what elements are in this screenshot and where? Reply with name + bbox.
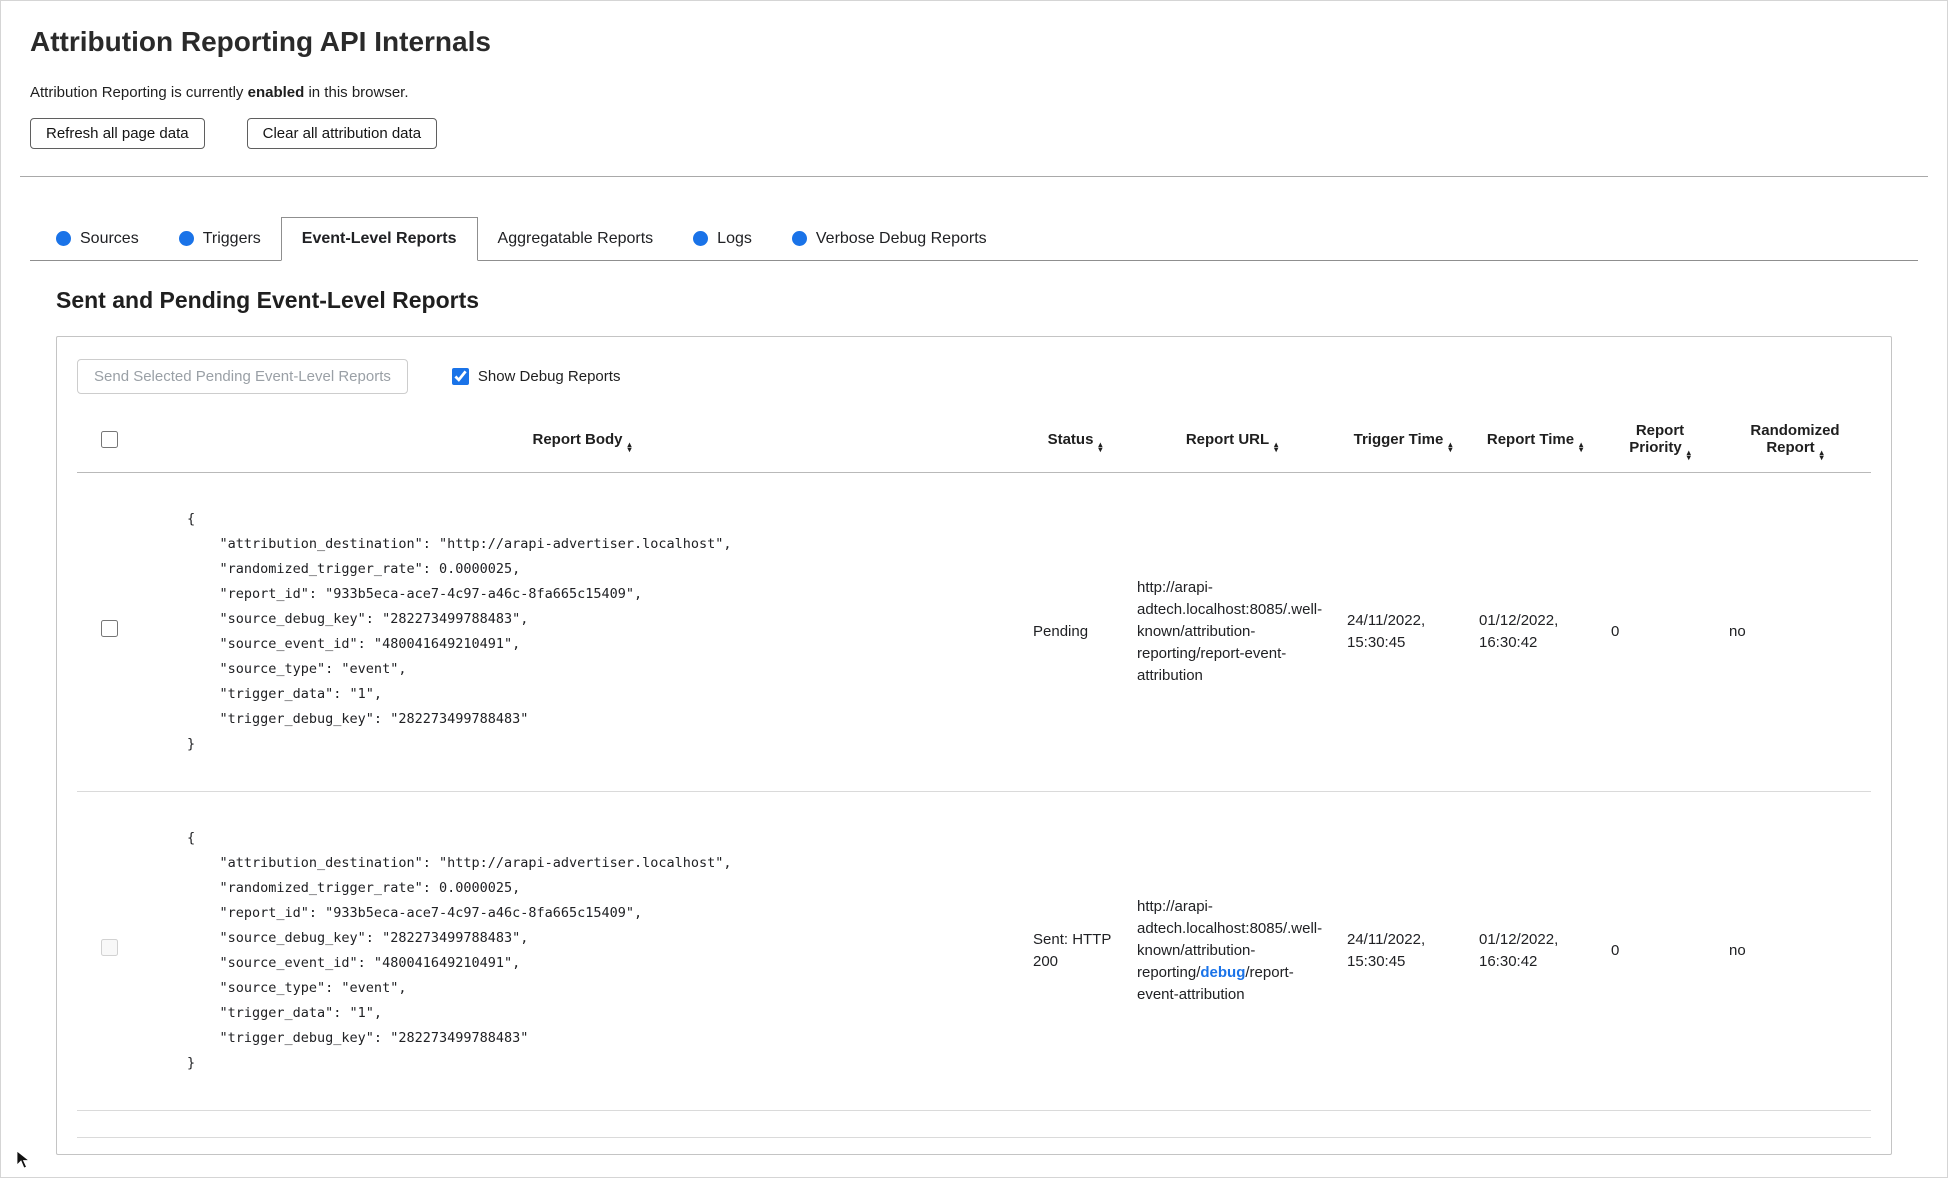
sort-icon: ▴ ▾ <box>1579 439 1584 454</box>
randomized-report-cell: no <box>1719 472 1871 792</box>
column-header-label: Report Priority <box>1629 422 1685 456</box>
sort-icon: ▴ ▾ <box>627 439 632 454</box>
section-heading: Sent and Pending Event-Level Reports <box>56 287 480 313</box>
clear-all-attribution-data-button[interactable]: Clear all attribution data <box>246 118 438 149</box>
report-url-cell: http://arapi-adtech.localhost:8085/.well… <box>1127 791 1337 1111</box>
panel-toolbar: Send Selected Pending Event-Level Report… <box>77 359 1871 394</box>
status-dot-icon <box>56 231 71 246</box>
row-select-checkbox[interactable] <box>100 620 118 637</box>
report-time-cell: 01/12/2022, 16:30:42 <box>1469 472 1601 792</box>
event-level-reports-panel: Send Selected Pending Event-Level Report… <box>56 336 1892 1155</box>
column-header-status[interactable]: Status ▴ ▾ <box>1023 410 1127 473</box>
send-selected-pending-reports-button[interactable]: Send Selected Pending Event-Level Report… <box>77 359 408 394</box>
column-header-report-body[interactable]: Report Body ▴ ▾ <box>141 410 1023 473</box>
status-dot-icon <box>693 231 709 246</box>
show-debug-label: Show Debug Reports <box>477 368 621 385</box>
report-time-cell: 01/12/2022, 16:30:42 <box>1469 791 1601 1111</box>
divider <box>20 176 1928 177</box>
status-cell: Pending <box>1023 472 1127 792</box>
report-body-json: { "attribution_destination": "http://ara… <box>187 830 732 1071</box>
debug-link[interactable]: debug <box>1200 964 1245 981</box>
show-debug-checkbox[interactable] <box>451 368 469 385</box>
status-dot-icon <box>178 231 194 246</box>
tab-sources[interactable]: Sources <box>36 217 159 260</box>
sort-icon: ▴ ▾ <box>1274 439 1279 454</box>
url-text: http://arapi-adtech.localhost:8085/.well… <box>1137 579 1323 684</box>
row-select-cell <box>77 472 141 792</box>
column-header-report-url[interactable]: Report URL ▴ ▾ <box>1127 410 1337 473</box>
table-footer <box>77 1111 1871 1138</box>
tab-label: Logs <box>717 229 752 247</box>
column-header-label: Report URL <box>1185 430 1270 448</box>
reports-table: Report Body ▴ ▾ Status ▴ ▾ Report URL ▴ ▾ Trigger… <box>77 410 1871 1111</box>
report-body-cell: { "attribution_destination": "http://ara… <box>141 791 1023 1111</box>
status-enabled-text: enabled <box>247 84 305 101</box>
status-line: Attribution Reporting is currently enabl… <box>30 84 1918 101</box>
column-header-label: Report Time <box>1486 430 1575 448</box>
report-row: { "attribution_destination": "http://ara… <box>77 472 1871 792</box>
column-header-randomized-report[interactable]: Randomized Report ▴ ▾ <box>1719 410 1871 473</box>
sort-icon: ▴ ▾ <box>1448 439 1453 454</box>
tab-verbose-debug-reports[interactable]: Verbose Debug Reports <box>772 217 1007 260</box>
column-header-trigger-time[interactable]: Trigger Time ▴ ▾ <box>1337 410 1469 473</box>
status-suffix: in this browser. <box>304 84 409 101</box>
report-priority-cell: 0 <box>1601 791 1719 1111</box>
tab-label: Sources <box>80 229 139 247</box>
show-debug-reports-toggle[interactable]: Show Debug Reports <box>451 368 621 385</box>
randomized-report-cell: no <box>1719 791 1871 1111</box>
sort-icon: ▴ ▾ <box>1819 448 1824 462</box>
column-header-label: Report Body <box>532 430 623 448</box>
tab-bar: Sources Triggers Event-Level Reports Aggreg… <box>30 217 1918 261</box>
report-row: { "attribution_destination": "http://ara… <box>77 791 1871 1111</box>
column-header-report-time[interactable]: Report Time ▴ ▾ <box>1469 410 1601 473</box>
attribution-internals-page: Attribution Reporting API Internals Attr… <box>0 0 1948 1155</box>
select-all-checkbox[interactable] <box>100 430 118 448</box>
reports-table-body: { "attribution_destination": "http://ara… <box>77 472 1871 1111</box>
row-select-cell <box>77 791 141 1111</box>
tab-label: Event-Level Reports <box>301 230 457 247</box>
status-prefix: Attribution Reporting is currently <box>30 84 248 101</box>
select-all-header-cell <box>77 410 141 473</box>
refresh-all-page-data-button[interactable]: Refresh all page data <box>30 118 205 149</box>
reports-table-head: Report Body ▴ ▾ Status ▴ ▾ Report URL ▴ ▾ Trigger… <box>77 410 1871 473</box>
table-header-row: Report Body ▴ ▾ Status ▴ ▾ Report URL ▴ ▾ Trigger… <box>77 410 1871 473</box>
mouse-cursor-icon <box>16 1150 31 1169</box>
report-url-cell: http://arapi-adtech.localhost:8085/.well… <box>1127 472 1337 792</box>
tab-aggregatable-reports[interactable]: Aggregatable Reports <box>478 217 674 260</box>
report-priority-cell: 0 <box>1601 472 1719 792</box>
column-header-label: Status <box>1047 430 1094 448</box>
tab-logs[interactable]: Logs <box>673 217 772 260</box>
status-dot-icon <box>791 231 807 246</box>
column-header-label: Trigger Time <box>1353 430 1444 448</box>
status-cell: Sent: HTTP 200 <box>1023 791 1127 1111</box>
tab-label: Verbose Debug Reports <box>815 229 987 247</box>
row-select-checkbox <box>100 939 118 956</box>
sort-icon: ▴ ▾ <box>1686 448 1691 462</box>
report-body-cell: { "attribution_destination": "http://ara… <box>141 472 1023 792</box>
trigger-time-cell: 24/11/2022, 15:30:45 <box>1337 472 1469 792</box>
tab-triggers[interactable]: Triggers <box>159 217 281 260</box>
tab-event-level-reports[interactable]: Event-Level Reports <box>280 217 478 261</box>
tab-label: Aggregatable Reports <box>497 229 654 247</box>
sort-icon: ▴ ▾ <box>1098 439 1103 454</box>
top-button-row: Refresh all page data Clear all attribut… <box>30 118 1918 149</box>
report-body-json: { "attribution_destination": "http://ara… <box>187 511 732 752</box>
trigger-time-cell: 24/11/2022, 15:30:45 <box>1337 791 1469 1111</box>
tab-label: Triggers <box>202 229 261 247</box>
column-header-report-priority[interactable]: Report Priority ▴ ▾ <box>1601 410 1719 473</box>
column-header-label: Randomized Report <box>1750 422 1840 456</box>
page-title: Attribution Reporting API Internals <box>30 26 491 57</box>
